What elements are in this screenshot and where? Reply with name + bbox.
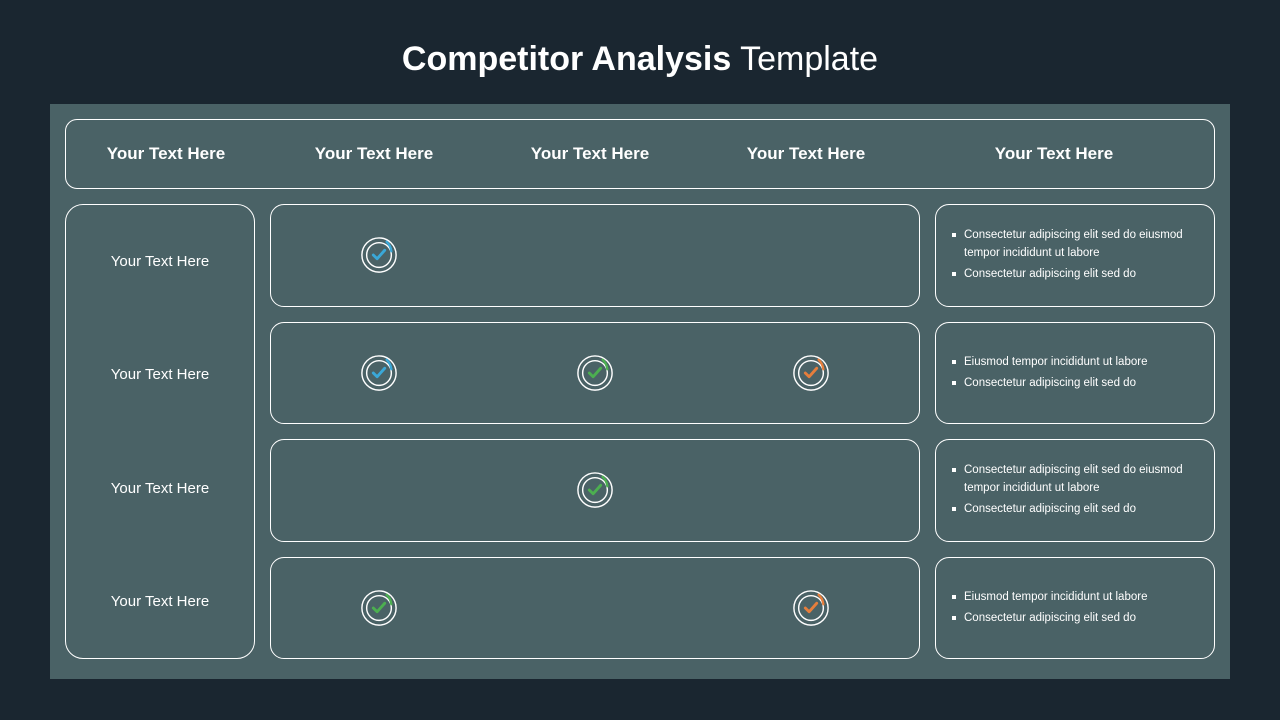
data-row: Consectetur adipiscing elit sed do eiusm…	[270, 204, 1215, 307]
side-cell: Your Text Here	[66, 432, 254, 545]
data-row: Consectetur adipiscing elit sed do eiusm…	[270, 439, 1215, 542]
analysis-panel: Your Text Here Your Text Here Your Text …	[50, 104, 1230, 679]
check-cell	[271, 236, 487, 274]
check-box	[270, 204, 920, 307]
side-cell: Your Text Here	[66, 205, 254, 318]
side-cell: Your Text Here	[66, 318, 254, 431]
data-row: Eiusmod tempor incididunt ut labore Conse…	[270, 322, 1215, 425]
check-circle-icon	[792, 354, 830, 392]
check-circle-icon	[576, 471, 614, 509]
check-cell	[487, 471, 703, 509]
check-box	[270, 322, 920, 425]
check-cell	[703, 354, 919, 392]
note-item: Eiusmod tempor incididunt ut labore	[950, 354, 1196, 371]
notes-box: Eiusmod tempor incididunt ut labore Conse…	[935, 557, 1215, 660]
title-bold: Competitor Analysis	[402, 40, 731, 78]
side-column: Your Text Here Your Text Here Your Text …	[65, 204, 255, 659]
check-box	[270, 439, 920, 542]
page-title: Competitor Analysis Template	[0, 0, 1280, 104]
header-cell: Your Text Here	[698, 144, 914, 164]
body-area: Your Text Here Your Text Here Your Text …	[65, 204, 1215, 659]
data-row: Eiusmod tempor incididunt ut labore Conse…	[270, 557, 1215, 660]
check-circle-icon	[360, 589, 398, 627]
check-circle-icon	[792, 589, 830, 627]
check-box	[270, 557, 920, 660]
title-light: Template	[731, 40, 878, 78]
check-cell	[271, 354, 487, 392]
check-circle-icon	[360, 354, 398, 392]
header-row: Your Text Here Your Text Here Your Text …	[65, 119, 1215, 189]
note-item: Consectetur adipiscing elit sed do eiusm…	[950, 462, 1196, 497]
check-circle-icon	[576, 354, 614, 392]
check-circle-icon	[360, 236, 398, 274]
note-item: Consectetur adipiscing elit sed do	[950, 375, 1196, 392]
header-cell: Your Text Here	[482, 144, 698, 164]
header-cell: Your Text Here	[66, 144, 266, 164]
check-cell	[703, 589, 919, 627]
notes-box: Consectetur adipiscing elit sed do eiusm…	[935, 204, 1215, 307]
note-item: Consectetur adipiscing elit sed do	[950, 266, 1196, 283]
header-cell: Your Text Here	[266, 144, 482, 164]
note-item: Eiusmod tempor incididunt ut labore	[950, 589, 1196, 606]
header-cell: Your Text Here	[914, 144, 1194, 164]
notes-box: Consectetur adipiscing elit sed do eiusm…	[935, 439, 1215, 542]
notes-box: Eiusmod tempor incididunt ut labore Conse…	[935, 322, 1215, 425]
check-cell	[487, 354, 703, 392]
note-item: Consectetur adipiscing elit sed do	[950, 610, 1196, 627]
rows-column: Consectetur adipiscing elit sed do eiusm…	[270, 204, 1215, 659]
note-item: Consectetur adipiscing elit sed do	[950, 501, 1196, 518]
note-item: Consectetur adipiscing elit sed do eiusm…	[950, 227, 1196, 262]
check-cell	[271, 589, 487, 627]
side-cell: Your Text Here	[66, 545, 254, 658]
